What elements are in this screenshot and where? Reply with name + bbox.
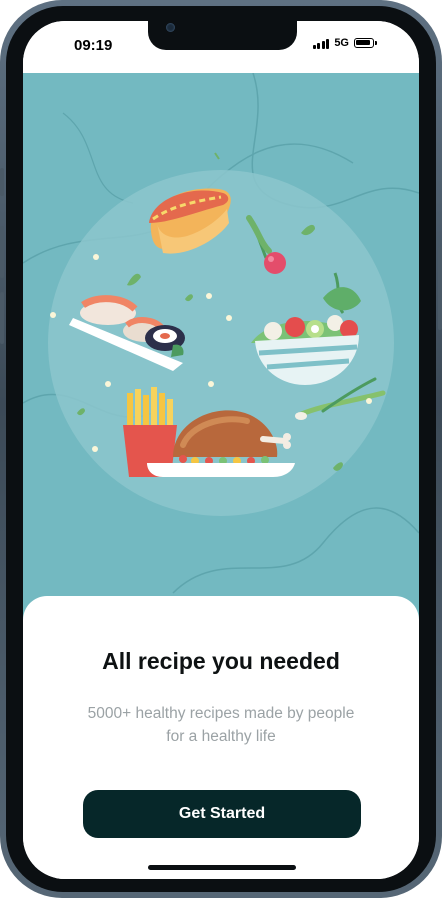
food-illustration-graphic	[23, 73, 419, 594]
status-indicators: 5G	[312, 37, 377, 49]
action-button	[0, 168, 4, 196]
network-type: 5G	[334, 37, 349, 49]
front-camera-icon	[166, 23, 175, 32]
notch	[148, 21, 297, 50]
onboarding-subtitle: 5000+ healthy recipes made by people for…	[87, 705, 355, 745]
status-time: 09:19	[74, 37, 113, 54]
power-button	[438, 246, 442, 330]
battery-icon	[354, 38, 374, 48]
screen: 09:19 5G All recipe you needed 5000+ hea…	[23, 21, 419, 879]
onboarding-title: All recipe you needed	[102, 648, 340, 674]
signal-icon	[312, 38, 330, 49]
battery-tip	[375, 41, 377, 45]
volume-down-button	[0, 292, 4, 344]
home-indicator[interactable]	[148, 865, 296, 870]
get-started-button[interactable]: Get Started	[83, 790, 361, 838]
onboarding-sheet: All recipe you needed 5000+ healthy reci…	[23, 596, 419, 879]
volume-up-button	[0, 226, 4, 278]
food-illustration	[23, 73, 419, 633]
